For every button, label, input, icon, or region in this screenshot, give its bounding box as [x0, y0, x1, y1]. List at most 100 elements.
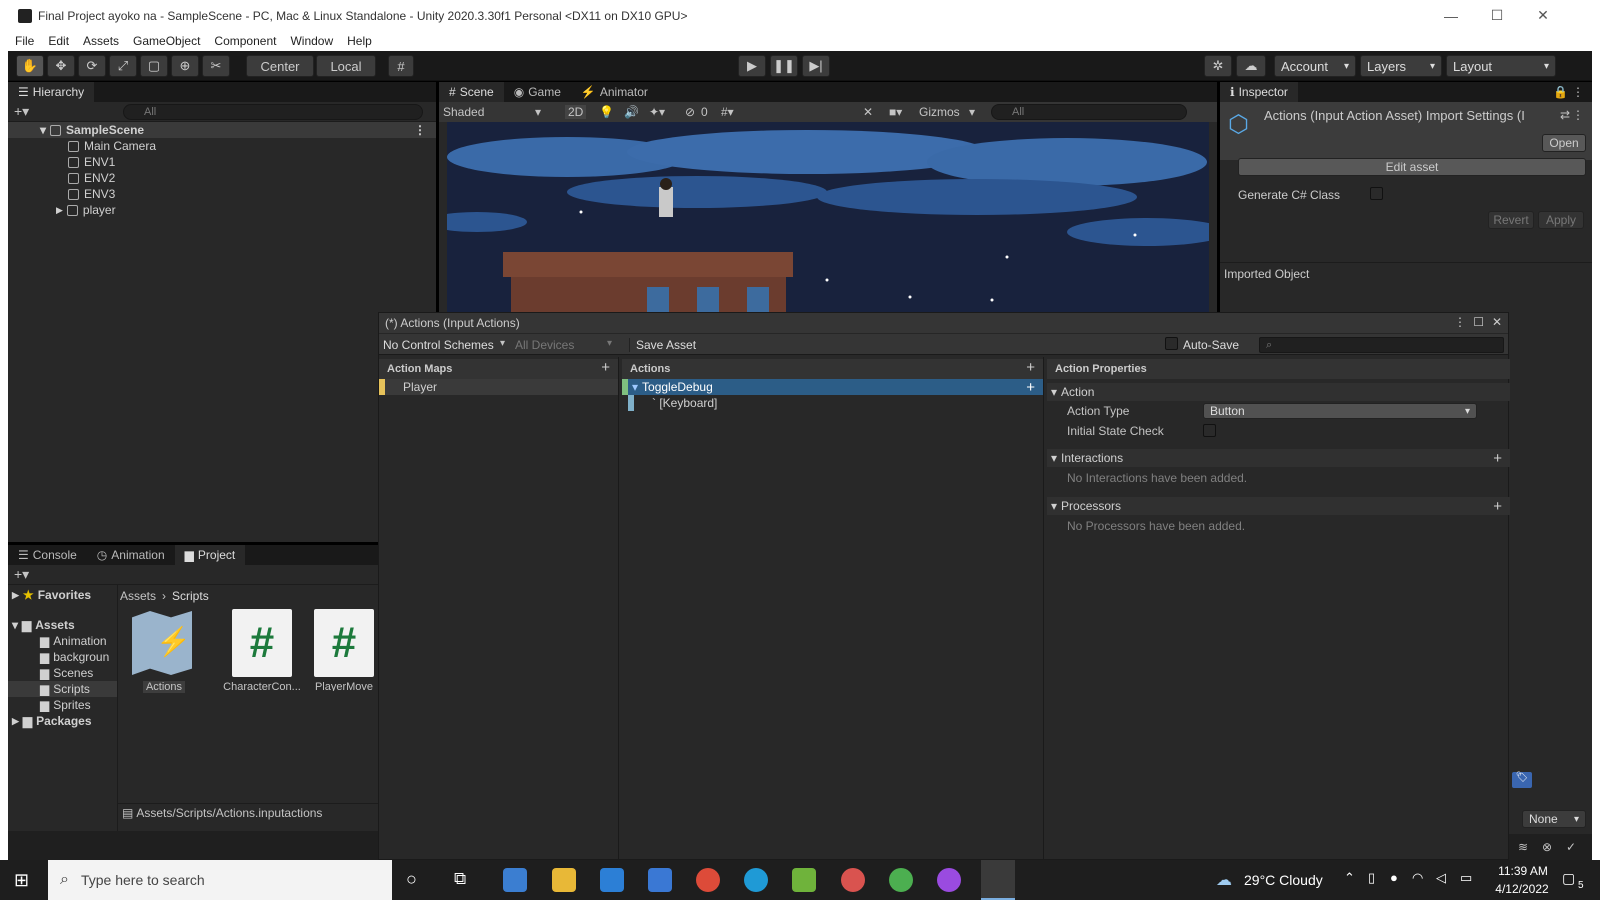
- open-button[interactable]: Open: [1542, 134, 1586, 152]
- clock-time[interactable]: 11:39 AM: [1496, 864, 1550, 878]
- check-icon[interactable]: ✓: [1566, 840, 1576, 854]
- maximize-icon[interactable]: ☐: [1473, 315, 1484, 329]
- file-explorer-icon[interactable]: [552, 868, 576, 892]
- volume-icon[interactable]: ◁: [1436, 870, 1446, 886]
- actions-search-input[interactable]: ⌕: [1259, 337, 1504, 353]
- more-icon[interactable]: ⋮: [1572, 108, 1584, 122]
- section-action[interactable]: ▾ Action: [1047, 383, 1510, 401]
- minecraft-icon[interactable]: [792, 868, 816, 892]
- tab-animation[interactable]: ◷ Animation: [87, 545, 175, 565]
- add-icon[interactable]: +▾: [14, 566, 29, 583]
- custom-tool-icon[interactable]: ✂: [202, 55, 230, 77]
- messenger-icon[interactable]: [937, 868, 961, 892]
- taskbar-search-input[interactable]: ⌕ Type here to search: [48, 860, 392, 900]
- grid-toggle-icon[interactable]: #▾: [721, 105, 734, 119]
- clock-date[interactable]: 4/12/2022: [1490, 882, 1554, 896]
- tab-project[interactable]: ▆ Project: [174, 545, 246, 565]
- edit-asset-button[interactable]: Edit asset: [1238, 158, 1586, 176]
- hand-tool-icon[interactable]: ✋: [16, 55, 44, 77]
- menu-gameobject[interactable]: GameObject: [133, 34, 200, 48]
- hidden-objects-icon[interactable]: ⊘: [685, 105, 695, 119]
- add-processor-icon[interactable]: +: [1493, 498, 1502, 515]
- audio-icon[interactable]: 🔊: [624, 105, 639, 119]
- list-item[interactable]: ▆ backgroun: [8, 649, 117, 665]
- list-item[interactable]: ENV3: [8, 186, 436, 202]
- section-processors[interactable]: ▾ Processors +: [1047, 497, 1510, 515]
- revert-button[interactable]: Revert: [1488, 211, 1534, 229]
- lighting-icon[interactable]: 💡: [599, 105, 614, 119]
- chevron-up-icon[interactable]: ⌃: [1344, 870, 1355, 886]
- shading-dropdown[interactable]: Shaded: [443, 105, 484, 119]
- stack-icon[interactable]: ≋: [1518, 840, 1528, 854]
- chrome-profile-icon[interactable]: [841, 868, 865, 892]
- minimize-button[interactable]: —: [1428, 0, 1474, 31]
- weather-icon[interactable]: ☁: [1216, 870, 1232, 890]
- layout-dropdown[interactable]: Layout: [1446, 55, 1556, 77]
- action-toggledebug[interactable]: ▾ ToggleDebug +: [622, 379, 1043, 396]
- chrome-profile-2-icon[interactable]: [889, 868, 913, 892]
- scene-canvas[interactable]: [447, 122, 1209, 312]
- windows-start-icon[interactable]: ⊞: [14, 870, 29, 891]
- menu-edit[interactable]: Edit: [48, 34, 69, 48]
- play-button[interactable]: ▶: [738, 55, 766, 77]
- maximize-button[interactable]: ☐: [1474, 0, 1520, 31]
- assets-row[interactable]: ▾ ▆ Assets: [8, 617, 117, 633]
- hierarchy-search-input[interactable]: All: [123, 104, 423, 120]
- auto-save-checkbox[interactable]: [1165, 337, 1178, 350]
- layers-dropdown[interactable]: Layers: [1360, 55, 1442, 77]
- list-item[interactable]: ▆ Scenes: [8, 665, 117, 681]
- action-map-player[interactable]: Player: [379, 379, 618, 395]
- add-action-icon[interactable]: +: [1026, 359, 1035, 376]
- devices-dropdown[interactable]: All Devices: [515, 338, 574, 352]
- packages-row[interactable]: ▶ ▆ Packages: [8, 713, 117, 729]
- settings-icon[interactable]: ⇄: [1560, 108, 1570, 122]
- add-icon[interactable]: +▾: [14, 103, 29, 120]
- tab-console[interactable]: ☰ Console: [8, 545, 87, 565]
- list-item[interactable]: ▆ Scripts: [8, 681, 117, 697]
- move-tool-icon[interactable]: ✥: [47, 55, 75, 77]
- app-m-icon[interactable]: [648, 868, 672, 892]
- effects-icon[interactable]: ✦▾: [649, 105, 665, 119]
- gizmos-dropdown[interactable]: Gizmos: [919, 105, 960, 119]
- list-item[interactable]: Main Camera: [8, 138, 436, 154]
- collab-icon[interactable]: ✲: [1204, 55, 1232, 77]
- file-actions[interactable]: ⚡ Actions: [132, 611, 196, 693]
- breadcrumb-item[interactable]: Assets: [120, 589, 156, 603]
- step-button[interactable]: ▶|: [802, 55, 830, 77]
- battery-icon[interactable]: ▭: [1460, 870, 1472, 886]
- account-dropdown[interactable]: Account: [1274, 55, 1356, 77]
- tag-icon[interactable]: 🏷: [1512, 772, 1532, 788]
- file-playermove[interactable]: # PlayerMove: [310, 609, 378, 691]
- asset-bundle-dropdown[interactable]: None: [1522, 810, 1586, 828]
- edge-icon[interactable]: [744, 868, 768, 892]
- scene-search-input[interactable]: All: [991, 104, 1187, 120]
- camera-icon[interactable]: ■▾: [889, 105, 902, 119]
- 2d-toggle[interactable]: 2D: [565, 105, 587, 119]
- tools-icon[interactable]: ✕: [863, 105, 873, 119]
- rect-tool-icon[interactable]: ▢: [140, 55, 168, 77]
- transform-tool-icon[interactable]: ⊕: [171, 55, 199, 77]
- space-toggle[interactable]: Local: [316, 55, 376, 77]
- bug-icon[interactable]: ⊗: [1542, 840, 1552, 854]
- cloud-icon[interactable]: ☁: [1236, 55, 1266, 77]
- tab-inspector[interactable]: ℹ Inspector: [1220, 82, 1298, 102]
- menu-assets[interactable]: Assets: [83, 34, 119, 48]
- close-icon[interactable]: ✕: [1492, 315, 1502, 329]
- menu-component[interactable]: Component: [214, 34, 276, 48]
- cortana-icon[interactable]: ○: [406, 869, 417, 890]
- list-item[interactable]: ENV1: [8, 154, 436, 170]
- more-icon[interactable]: ⋮: [414, 123, 426, 137]
- wifi-icon[interactable]: ◠: [1412, 870, 1423, 886]
- list-item[interactable]: ▆ Animation: [8, 633, 117, 649]
- scale-tool-icon[interactable]: ⤢: [109, 55, 137, 77]
- save-asset-button[interactable]: Save Asset: [629, 338, 696, 352]
- store-icon[interactable]: [600, 868, 624, 892]
- pause-button[interactable]: ❚❚: [770, 55, 798, 77]
- grid-snap-icon[interactable]: #: [388, 55, 414, 77]
- unity-taskbar-icon[interactable]: [981, 860, 1015, 900]
- pivot-toggle[interactable]: Center: [246, 55, 314, 77]
- chrome-icon[interactable]: [696, 868, 720, 892]
- lock-icon[interactable]: 🔒: [1553, 85, 1568, 99]
- device-icon[interactable]: ▯: [1368, 870, 1375, 886]
- tab-hierarchy[interactable]: ☰ Hierarchy: [8, 82, 95, 102]
